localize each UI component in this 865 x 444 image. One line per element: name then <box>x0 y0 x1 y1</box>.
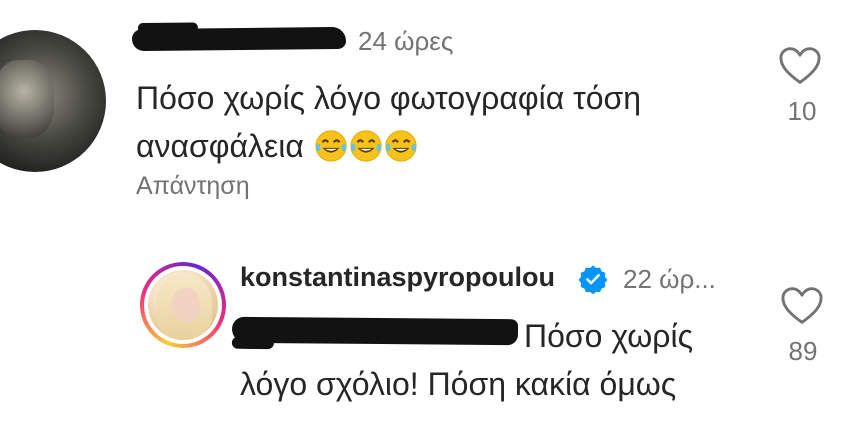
comment-body: Πόσο χωρίς λόγο σχόλιο! Πόση κακία όμως <box>240 318 693 402</box>
heart-icon[interactable] <box>778 46 822 86</box>
username-link[interactable]: konstantinaspyropoulou <box>240 262 555 293</box>
comments-panel: 24 ώρες Πόσο χωρίς λόγο φωτογραφία τόση … <box>0 0 865 444</box>
like-count[interactable]: 10 <box>780 96 824 127</box>
reply-button[interactable]: Απάντηση <box>136 172 250 201</box>
comment-timestamp: 24 ώρες <box>358 26 454 56</box>
face-with-tears-of-joy-icon <box>315 130 347 162</box>
face-with-tears-of-joy-icon <box>385 130 417 162</box>
comment-timestamp: 22 ώρ... <box>623 264 716 294</box>
commenter-avatar[interactable] <box>0 30 106 172</box>
comment-text: Πόσο χωρίς λόγο φωτογραφία τόση ανασφάλε… <box>136 74 776 170</box>
avatar[interactable] <box>148 270 218 340</box>
heart-icon[interactable] <box>780 286 824 326</box>
comment-text: Πόσο χωρίς λόγο σχόλιο! Πόση κακία όμως <box>240 312 760 444</box>
verified-badge-icon <box>578 265 608 294</box>
redacted-username <box>131 26 347 52</box>
like-count[interactable]: 89 <box>781 336 825 367</box>
face-with-tears-of-joy-icon <box>350 130 382 162</box>
